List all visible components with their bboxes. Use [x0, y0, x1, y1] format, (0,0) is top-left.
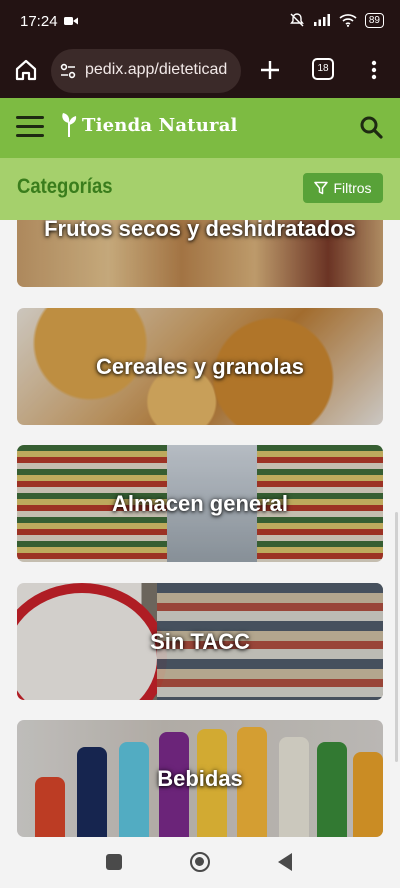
- more-icon[interactable]: [366, 56, 382, 84]
- category-label: Cereales y granolas: [96, 353, 304, 379]
- category-card-almacen[interactable]: Almacen general: [17, 445, 383, 562]
- status-time: 17:24: [20, 13, 58, 30]
- address-bar[interactable]: pedix.app/dieteticad: [51, 49, 241, 93]
- app-header: Tienda Natural: [0, 98, 400, 158]
- category-card-cereales[interactable]: Cereales y granolas: [17, 308, 383, 425]
- browser-toolbar: pedix.app/dieteticad 18: [0, 44, 400, 98]
- search-icon[interactable]: [358, 114, 384, 140]
- hamburger-icon[interactable]: [16, 116, 44, 140]
- signal-icon: [313, 14, 330, 26]
- status-icons: 89: [289, 12, 384, 28]
- home-nav-icon[interactable]: [190, 852, 210, 872]
- category-label: Bebidas: [157, 765, 243, 791]
- category-label: Frutos secos y deshidratados: [44, 220, 356, 241]
- back-icon[interactable]: [278, 853, 292, 871]
- url-text: pedix.app/dieteticad: [85, 61, 228, 78]
- filter-icon: [314, 181, 329, 195]
- category-list: Frutos secos y deshidratados Cereales y …: [0, 220, 400, 838]
- scrollbar[interactable]: [395, 512, 398, 762]
- home-icon[interactable]: [12, 56, 40, 84]
- filter-button[interactable]: Filtros: [303, 173, 383, 203]
- battery-icon: 89: [364, 12, 384, 28]
- plus-icon[interactable]: [257, 56, 283, 84]
- filter-label: Filtros: [333, 180, 372, 196]
- site-settings-icon[interactable]: [59, 62, 77, 80]
- leaf-logo-icon: [62, 113, 77, 137]
- video-record-icon: [64, 17, 78, 25]
- tabs-icon[interactable]: 18: [312, 58, 334, 80]
- status-bar: 17:24 89: [0, 0, 400, 44]
- categories-bar: Categorías Filtros: [0, 158, 400, 220]
- category-label: Almacen general: [111, 490, 289, 516]
- system-nav-bar: [0, 838, 400, 888]
- category-card-frutos-secos[interactable]: Frutos secos y deshidratados: [17, 220, 383, 287]
- category-card-bebidas[interactable]: Bebidas: [17, 720, 383, 837]
- category-label: Sin TACC: [150, 628, 250, 654]
- brand-name: Tienda Natural: [82, 114, 238, 136]
- mute-icon: [289, 13, 304, 27]
- categories-title: Categorías: [17, 175, 113, 198]
- wifi-icon: [339, 14, 357, 27]
- brand-logo[interactable]: Tienda Natural: [60, 112, 238, 138]
- category-card-sin-tacc[interactable]: Sin TACC: [17, 583, 383, 700]
- recents-icon[interactable]: [106, 854, 122, 870]
